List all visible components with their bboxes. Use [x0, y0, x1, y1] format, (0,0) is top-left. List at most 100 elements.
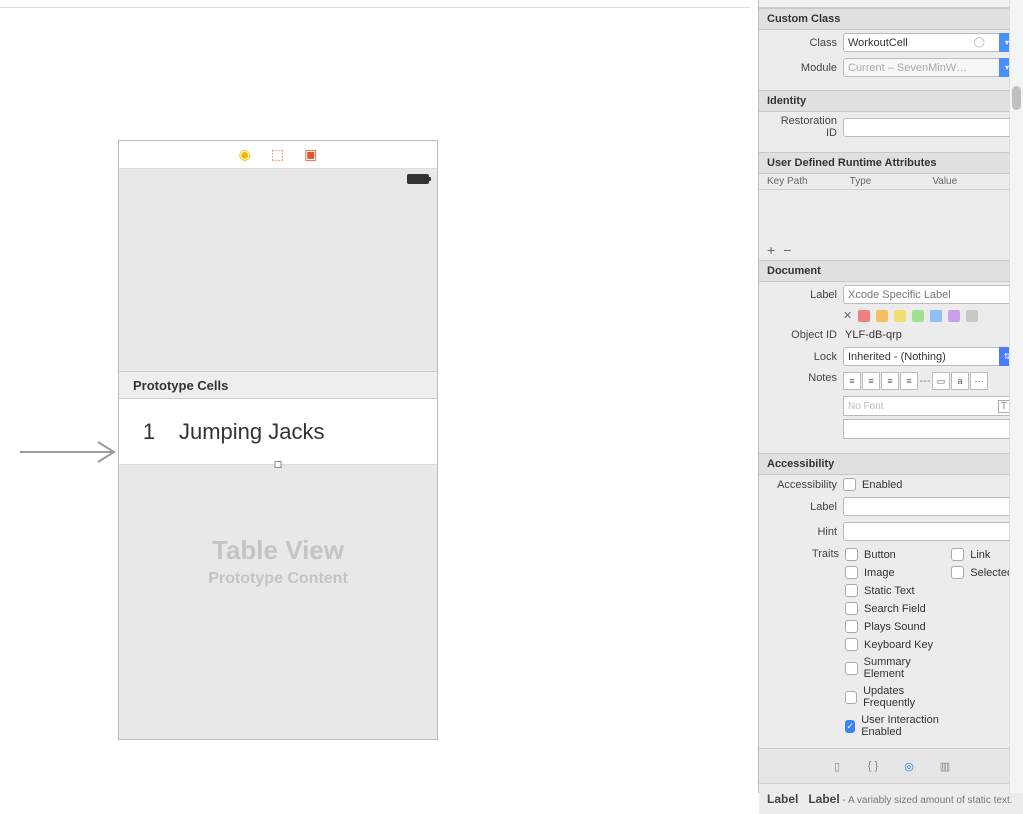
notes-a-icon[interactable]: a: [951, 372, 969, 390]
cell-number-label: 1: [119, 419, 179, 445]
swatch-red[interactable]: [858, 310, 870, 322]
device-toolbar: ◉ ⬚ ▣: [119, 141, 437, 169]
swatch-orange[interactable]: [876, 310, 888, 322]
device-frame[interactable]: ◉ ⬚ ▣ Prototype Cells 1 Jumping Jacks Ta…: [118, 140, 438, 740]
trait-uie-label: User Interaction Enabled: [861, 714, 951, 738]
section-custom-class: Custom Class: [759, 8, 1023, 30]
inspector-tabs[interactable]: [759, 0, 1023, 8]
trait-selected-checkbox[interactable]: [951, 566, 964, 579]
trait-updates-label: Updates Frequently: [863, 685, 951, 709]
notes-font-field[interactable]: No Font T: [843, 396, 1015, 416]
trait-updates-checkbox[interactable]: [845, 691, 857, 704]
swatch-purple[interactable]: [948, 310, 960, 322]
trait-button-label: Button: [864, 549, 896, 561]
doc-label-label: Label: [767, 289, 837, 301]
trait-image-checkbox[interactable]: [845, 566, 858, 579]
tableview-title: Table View: [119, 535, 437, 566]
library-tab-media-icon[interactable]: ▥: [936, 757, 954, 775]
library-tab-object-icon[interactable]: ◎: [900, 757, 918, 775]
library-tabs[interactable]: ▯ { } ◎ ▥: [759, 748, 1023, 783]
notes-more-icon[interactable]: ⋯: [970, 372, 988, 390]
notes-toolbar[interactable]: ≡ ≡ ≡ ≡ --- ▭ a ⋯: [843, 372, 1015, 390]
align-justify-icon[interactable]: ≡: [900, 372, 918, 390]
ax-hint-input[interactable]: [843, 522, 1015, 541]
clear-class-icon[interactable]: ◯: [974, 37, 985, 48]
trait-sound-checkbox[interactable]: [845, 620, 858, 633]
section-document: Document: [759, 260, 1023, 282]
scene-icon-3[interactable]: ▣: [304, 146, 317, 163]
inspector-scrollbar[interactable]: [1009, 0, 1023, 793]
ax-enabled-checkbox[interactable]: [843, 478, 856, 491]
cell-title-label: Jumping Jacks: [179, 419, 325, 445]
ax-hint-label: Hint: [767, 526, 837, 538]
swatch-gray[interactable]: [966, 310, 978, 322]
label-color-swatches[interactable]: ✕: [759, 307, 1023, 326]
section-identity: Identity: [759, 90, 1023, 112]
class-label: Class: [767, 37, 837, 49]
object-id-label: Object ID: [767, 329, 837, 341]
library-tab-code-icon[interactable]: { }: [864, 757, 882, 775]
canvas-area: ◉ ⬚ ▣ Prototype Cells 1 Jumping Jacks Ta…: [0, 0, 750, 793]
module-input[interactable]: [843, 58, 1003, 77]
udra-columns: Key Path Type Value: [759, 174, 1023, 190]
resize-handle[interactable]: [275, 461, 282, 468]
trait-search-checkbox[interactable]: [845, 602, 858, 615]
ax-traits-label: Traits: [767, 548, 845, 738]
selection-arrow: [20, 440, 120, 464]
trait-static-text-checkbox[interactable]: [845, 584, 858, 597]
ax-label-input[interactable]: [843, 497, 1015, 516]
notes-text-field[interactable]: [843, 419, 1015, 439]
restoration-id-input[interactable]: [843, 118, 1015, 137]
lock-label: Lock: [767, 351, 837, 363]
section-accessibility: Accessibility: [759, 453, 1023, 475]
trait-keyboard-checkbox[interactable]: [845, 638, 858, 651]
library-item-desc: - A variably sized amount of static text…: [840, 795, 1013, 806]
doc-label-input[interactable]: [843, 285, 1015, 304]
notes-box-icon[interactable]: ▭: [932, 372, 950, 390]
trait-button-checkbox[interactable]: [845, 548, 858, 561]
align-left-icon[interactable]: ≡: [843, 372, 861, 390]
canvas-toolbar: [0, 0, 750, 8]
trait-summary-label: Summary Element: [864, 656, 952, 680]
trait-keyboard-label: Keyboard Key: [864, 639, 933, 651]
lock-select[interactable]: [843, 347, 1003, 366]
udra-col-keypath: Key Path: [767, 176, 850, 187]
prototype-cell[interactable]: 1 Jumping Jacks: [119, 399, 437, 465]
udra-remove-button[interactable]: −: [783, 242, 791, 258]
object-id-value: YLF-dB-qrp: [843, 329, 902, 341]
prototype-cells-header: Prototype Cells: [119, 371, 437, 399]
inspector-panel: Custom Class Class ◯ ▾ Module ▾ Identity…: [758, 0, 1023, 793]
swatch-yellow[interactable]: [894, 310, 906, 322]
trait-sound-label: Plays Sound: [864, 621, 926, 633]
swatch-green[interactable]: [912, 310, 924, 322]
scene-icon-2[interactable]: ⬚: [271, 146, 284, 163]
ax-enabled-label: Enabled: [862, 479, 902, 491]
module-label: Module: [767, 62, 837, 74]
scene-icon-1[interactable]: ◉: [239, 146, 251, 163]
trait-uie-checkbox[interactable]: ✓: [845, 720, 855, 733]
trait-summary-checkbox[interactable]: [845, 662, 858, 675]
swatch-none-icon[interactable]: ✕: [843, 309, 852, 322]
align-right-icon[interactable]: ≡: [881, 372, 899, 390]
trait-static-text-label: Static Text: [864, 585, 915, 597]
restoration-id-label: Restoration ID: [767, 115, 837, 139]
library-item-name: Label: [808, 792, 839, 806]
battery-icon: [407, 174, 429, 184]
udra-col-value: Value: [932, 176, 1015, 187]
align-center-icon[interactable]: ≡: [862, 372, 880, 390]
trait-link-checkbox[interactable]: [951, 548, 964, 561]
notes-label: Notes: [767, 372, 837, 384]
trait-search-label: Search Field: [864, 603, 926, 615]
ax-accessibility-label: Accessibility: [767, 479, 837, 491]
library-item-label[interactable]: Label Label - A variably sized amount of…: [759, 783, 1023, 814]
library-tab-file-icon[interactable]: ▯: [828, 757, 846, 775]
udra-add-button[interactable]: +: [767, 242, 775, 258]
section-udra: User Defined Runtime Attributes: [759, 152, 1023, 174]
nofont-placeholder: No Font: [848, 401, 884, 412]
udra-table[interactable]: [759, 190, 1023, 240]
library-item-title: Label: [767, 792, 798, 806]
swatch-blue[interactable]: [930, 310, 942, 322]
trait-image-label: Image: [864, 567, 895, 579]
scrollbar-thumb[interactable]: [1012, 86, 1021, 110]
tableview-subtitle: Prototype Content: [119, 570, 437, 588]
